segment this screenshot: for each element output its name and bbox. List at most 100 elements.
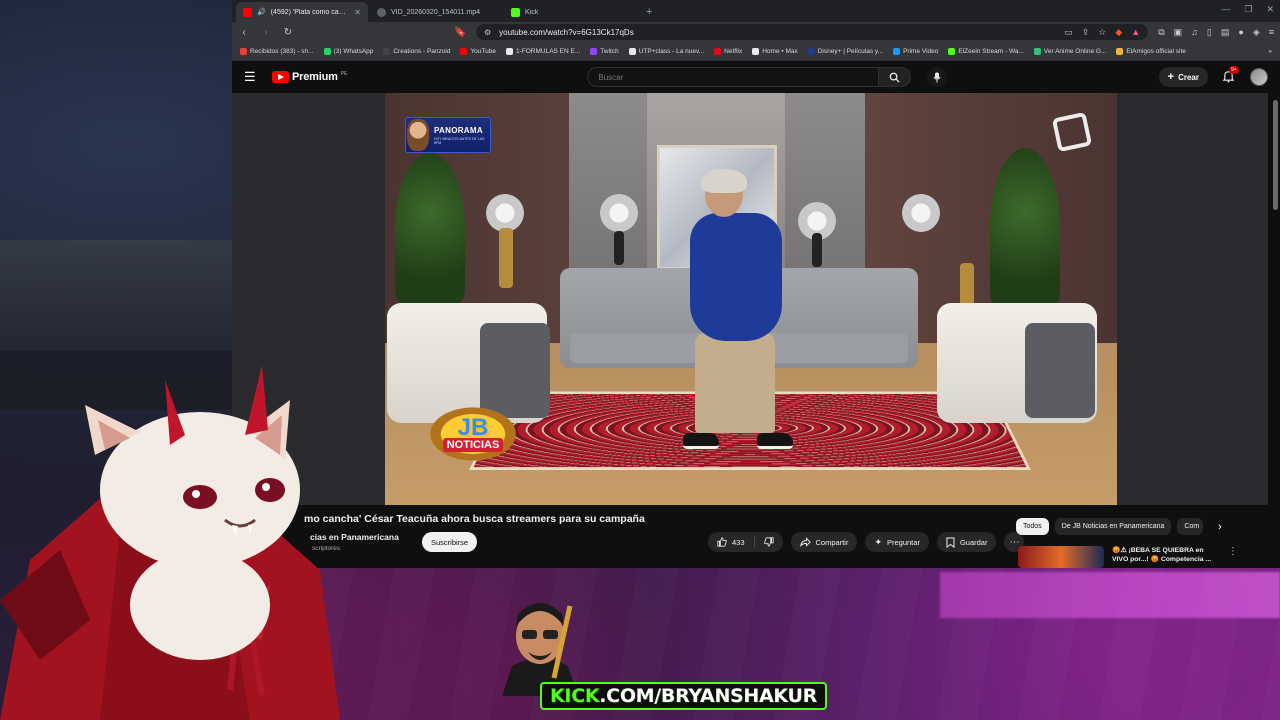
more-horizontal-icon: ⋯ <box>1009 536 1020 548</box>
search-icon <box>890 72 900 83</box>
chip-all[interactable]: Todos <box>1016 518 1049 535</box>
bookmark-item[interactable]: Twitch <box>590 47 619 55</box>
account-avatar[interactable] <box>1250 68 1268 86</box>
share-page-icon[interactable]: ⇪ <box>1082 27 1090 38</box>
star-icon[interactable]: ☆ <box>1098 27 1106 38</box>
bookmark-label: Prime Video <box>903 47 939 55</box>
chip-channel[interactable]: De JB Noticias en Panamericana <box>1054 518 1172 535</box>
bookmark-item[interactable]: ElAmigos official site <box>1116 47 1186 55</box>
devil-cat-avatar <box>0 365 340 720</box>
bookmark-item[interactable]: YouTube <box>460 47 496 55</box>
hamburger-menu-icon[interactable]: ☰ <box>244 69 260 85</box>
forward-arrow-icon[interactable]: › <box>260 27 272 38</box>
recommendation-thumbnail[interactable] <box>1018 546 1104 568</box>
tab-title: VID_20260320_154011.mp4 <box>391 8 481 16</box>
kick-prefix: KICK <box>550 685 600 707</box>
close-window-icon[interactable]: ✕ <box>1266 4 1274 15</box>
subscribe-button[interactable]: Suscribirse <box>422 532 478 552</box>
share-button[interactable]: Compartir <box>790 532 858 552</box>
scene-armchair-right-side <box>1025 323 1095 418</box>
bookmark-item[interactable]: Recibidos (383) - sh... <box>240 47 314 55</box>
recommendation-title[interactable]: 😡⚠ ¡BEBA SE QUIEBRA en VIVO por...! 😡 Co… <box>1112 546 1222 564</box>
browser-tab-video-file[interactable]: VID_20260320_154011.mp4 <box>370 2 502 22</box>
bookmark-item[interactable]: UTP+class - La nuev... <box>628 47 704 55</box>
create-button[interactable]: + Crear <box>1158 67 1208 87</box>
search-button[interactable] <box>879 67 912 87</box>
screenshot-icon[interactable]: ▣ <box>1174 27 1183 38</box>
site-info-icon[interactable]: ⚙ <box>484 28 491 37</box>
bookmark-favicon-icon <box>807 47 815 55</box>
chevron-right-icon[interactable]: › <box>1218 521 1222 533</box>
scene-vase <box>499 228 513 288</box>
search-input[interactable] <box>598 72 879 82</box>
bookmark-item[interactable]: (3) WhatsApp <box>323 47 373 55</box>
search-area <box>587 67 948 87</box>
extensions-icon[interactable]: ⧉ <box>1158 27 1164 38</box>
minimize-icon[interactable]: — <box>1221 4 1230 15</box>
bookmark-label: Twitch <box>600 47 619 55</box>
youtube-logo[interactable]: Premium PE <box>272 71 347 83</box>
bookmark-item[interactable]: 1-FORMULAS EN E... <box>505 47 581 55</box>
bookmark-item[interactable]: Prime Video <box>893 47 939 55</box>
bookmark-label: Creations - Panzoid <box>393 47 451 55</box>
country-code: PE <box>340 71 348 77</box>
bookmarks-bar: Recibidos (383) - sh... (3) WhatsApp Creat… <box>232 42 1280 61</box>
sidebar-icon[interactable]: ▯ <box>1207 27 1212 38</box>
rewards-icon[interactable]: ▲ <box>1131 27 1140 38</box>
music-icon[interactable]: ♫ <box>1191 27 1198 38</box>
vpn-icon[interactable]: ◈ <box>1253 27 1260 38</box>
like-dislike-group: 433 <box>708 532 783 552</box>
browser-tab-kick[interactable]: Kick <box>504 2 636 22</box>
more-vertical-icon[interactable]: ⋮ <box>1228 546 1238 557</box>
video-player[interactable]: PANORAMA HOY MINUTOS ANTES DE LAS 8PM JB… <box>385 93 1117 505</box>
save-button[interactable]: Guardar <box>936 532 997 552</box>
back-arrow-icon[interactable]: ‹ <box>238 27 250 38</box>
bookmark-favicon-icon <box>1033 47 1041 55</box>
address-bar[interactable]: ⚙ youtube.com/watch?v=6G13Ck17qDs ▭ ⇪ ☆ … <box>476 24 1149 40</box>
bookmark-label: 1-FORMULAS EN E... <box>515 47 581 55</box>
menu-icon[interactable]: ≡ <box>1269 27 1274 38</box>
restore-icon[interactable]: ❐ <box>1244 4 1252 15</box>
tv-host-portrait <box>407 119 429 151</box>
profile-icon[interactable]: ● <box>1238 27 1243 38</box>
youtube-header: ☰ Premium PE Buscar + Crear 9+ <box>232 61 1280 93</box>
bookmark-item[interactable]: Home • Max <box>752 47 798 55</box>
new-tab-button[interactable]: + <box>638 2 660 22</box>
bookmark-item[interactable]: Disney+ | Películas y... <box>807 47 883 55</box>
brave-shield-icon[interactable]: ◆ <box>1115 27 1122 38</box>
dislike-button[interactable] <box>754 532 783 552</box>
bookmark-item[interactable]: Ver Anime Online G... <box>1033 47 1107 55</box>
like-button[interactable]: 433 <box>708 532 754 552</box>
bookmark-favicon-icon <box>628 47 636 55</box>
speaker-icon[interactable]: 🔊 <box>257 8 266 16</box>
notifications-button[interactable]: 9+ <box>1222 66 1239 84</box>
wallet-icon[interactable]: ▤ <box>1221 27 1230 38</box>
voice-search-button[interactable] <box>927 67 948 87</box>
bookmark-icon[interactable]: 🔖 <box>454 27 466 38</box>
bookmark-item[interactable]: Creations - Panzoid <box>383 47 451 55</box>
scene-person-legs <box>695 333 775 433</box>
bookmark-item[interactable]: Netflix <box>714 47 742 55</box>
kick-channel-url: .COM/BRYANSHAKUR <box>599 685 817 707</box>
jb-logo-noticias: NOTICIAS <box>442 438 504 452</box>
globe-icon <box>377 7 386 17</box>
bookmark-label: ElZeein Stream - Wa... <box>958 47 1024 55</box>
ask-label: Preguntar <box>887 537 920 547</box>
youtube-play-icon <box>272 71 289 83</box>
bookmark-favicon-icon <box>240 47 247 55</box>
page-scrollbar[interactable] <box>1273 100 1278 210</box>
close-tab-icon[interactable]: ✕ <box>354 8 361 17</box>
browser-toolbar: ‹ › ↻ 🔖 ⚙ youtube.com/watch?v=6G13Ck17qD… <box>232 22 1280 42</box>
bookmark-label: Ver Anime Online G... <box>1043 47 1107 55</box>
ask-button[interactable]: ✦ Preguntar <box>865 532 929 552</box>
chip-other[interactable]: Com <box>1177 518 1204 535</box>
bookmark-item[interactable]: ElZeein Stream - Wa... <box>948 47 1024 55</box>
streamer-avatar <box>502 603 578 696</box>
more-bookmarks-icon[interactable]: » <box>1268 48 1272 55</box>
youtube-header-actions: + Crear 9+ <box>1158 66 1268 87</box>
cast-icon[interactable]: ▭ <box>1064 27 1073 38</box>
bookmark-favicon-icon <box>752 47 760 55</box>
reload-icon[interactable]: ↻ <box>282 27 294 38</box>
bookmark-label: YouTube <box>470 47 496 55</box>
browser-tab-youtube[interactable]: 🔊 (4592) 'Plata como cancha' C ✕ <box>236 2 368 22</box>
